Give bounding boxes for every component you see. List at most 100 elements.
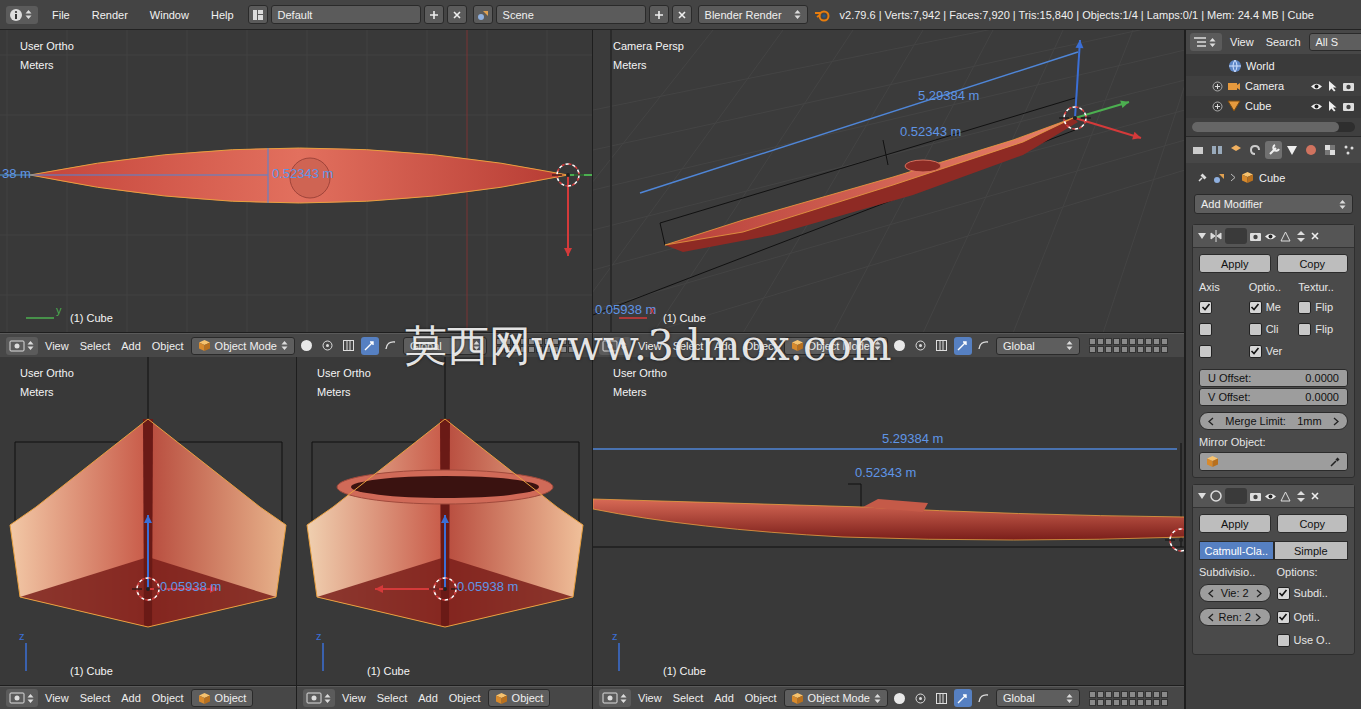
outliner-menu[interactable]: Search (1262, 36, 1305, 48)
layer-button[interactable] (1161, 338, 1168, 345)
expand-icon[interactable] (1212, 81, 1223, 92)
subdivision-level-field[interactable]: Vie: 2 (1199, 584, 1271, 602)
3d-cursor-icon[interactable] (552, 164, 584, 186)
layer-button[interactable] (560, 338, 567, 345)
orientation-dropdown[interactable]: Global (996, 337, 1080, 355)
checkbox-row[interactable]: Me (1249, 299, 1299, 315)
pointer-icon[interactable] (1327, 100, 1338, 112)
header-menu[interactable]: Select (373, 692, 412, 704)
main-menu[interactable]: File (44, 7, 78, 23)
layer-button[interactable] (1137, 699, 1144, 706)
editor-type-button[interactable] (6, 689, 38, 707)
checkbox-row[interactable]: Use O.. (1277, 632, 1349, 648)
layer-button[interactable] (1121, 346, 1128, 353)
subdivision-level-field[interactable]: Ren: 2 (1199, 608, 1271, 626)
outliner-menu[interactable]: View (1226, 36, 1258, 48)
layer-button[interactable] (1089, 338, 1096, 345)
kayak-side-view[interactable] (593, 357, 1184, 686)
render-icon[interactable] (1249, 231, 1262, 242)
header-menu[interactable]: Object (148, 340, 188, 352)
kayak-camera-view[interactable] (593, 30, 1184, 333)
header-menu[interactable]: Select (669, 340, 708, 352)
layer-button[interactable] (1153, 691, 1160, 698)
layer-button[interactable] (1097, 699, 1104, 706)
properties-tab[interactable] (1190, 141, 1207, 159)
close-icon[interactable] (1310, 491, 1320, 501)
eye-icon[interactable] (1310, 101, 1323, 112)
layer-button[interactable] (1153, 699, 1160, 706)
layer-button[interactable] (1105, 338, 1112, 345)
header-menu[interactable]: Select (669, 692, 708, 704)
modifier-button[interactable]: Copy (1277, 254, 1349, 273)
layer-button[interactable] (504, 338, 511, 345)
checkbox-row[interactable] (1199, 343, 1249, 359)
viewport-canvas[interactable]: User OrthoMeters0.05938 mz(1) Cube (297, 357, 592, 686)
header-menu[interactable]: Select (76, 340, 115, 352)
shading-button[interactable] (891, 337, 909, 355)
collapse-triangle-icon[interactable] (1197, 491, 1207, 501)
close-icon[interactable] (677, 10, 687, 20)
outliner-scrollbar[interactable] (1192, 122, 1355, 132)
outliner-item[interactable]: Cube (1186, 96, 1361, 116)
scene-add-button[interactable] (649, 5, 669, 24)
header-menu[interactable]: View (634, 340, 666, 352)
checkbox[interactable] (1298, 301, 1311, 314)
viewport-canvas[interactable]: Camera PerspMeters5.29384 m0.52343 m0.05… (593, 30, 1184, 333)
checkbox[interactable] (1249, 323, 1262, 336)
editor-type-button[interactable] (1190, 33, 1222, 51)
eyedropper-icon[interactable] (1329, 456, 1341, 468)
layer-button[interactable] (528, 338, 535, 345)
layer-button[interactable] (520, 346, 527, 353)
checkbox[interactable] (1249, 301, 1262, 314)
editor-type-button[interactable] (303, 689, 335, 707)
layout-add-button[interactable] (424, 5, 444, 24)
layer-grid[interactable] (496, 338, 575, 353)
kayak-front-view[interactable] (0, 357, 296, 686)
checkbox[interactable] (1199, 301, 1212, 314)
properties-tab[interactable] (1284, 141, 1301, 159)
header-menu[interactable]: Add (117, 340, 145, 352)
viewport-canvas[interactable]: User OrthoMeters5.29384 m0.52343 mz(1) C… (593, 357, 1184, 686)
layer-button[interactable] (1145, 346, 1152, 353)
expand-icon[interactable] (1212, 101, 1223, 112)
checkbox-row[interactable]: Subdi.. (1277, 585, 1349, 601)
outliner-item[interactable]: World (1186, 56, 1361, 76)
editmode-icon[interactable] (1279, 490, 1292, 503)
layer-button[interactable] (552, 346, 559, 353)
layer-button[interactable] (1129, 338, 1136, 345)
outliner-item[interactable]: Camera (1186, 76, 1361, 96)
layer-button[interactable] (1145, 691, 1152, 698)
layout-field[interactable]: Default (271, 5, 421, 24)
editor-type-button[interactable] (599, 689, 631, 707)
properties-tab[interactable] (1209, 141, 1226, 159)
layer-button[interactable] (552, 338, 559, 345)
limit-visible-button[interactable] (933, 337, 951, 355)
properties-tab[interactable] (1321, 141, 1338, 159)
header-menu[interactable]: View (41, 340, 73, 352)
layer-button[interactable] (1121, 338, 1128, 345)
properties-tab[interactable] (1228, 141, 1245, 159)
layer-button[interactable] (568, 346, 575, 353)
limit-visible-button[interactable] (340, 337, 358, 355)
properties-tab[interactable] (1303, 141, 1320, 159)
header-menu[interactable]: Add (710, 340, 738, 352)
checkbox-row[interactable]: Flip (1298, 321, 1348, 337)
manipulator-arrow-icon[interactable] (564, 175, 572, 256)
layer-button[interactable] (1145, 699, 1152, 706)
offset-field[interactable]: V Offset:0.0000 (1199, 388, 1348, 406)
modifier-name-field[interactable] (1225, 228, 1247, 244)
rotate-manipulator-button[interactable] (382, 337, 400, 355)
kayak-back-view[interactable] (297, 357, 592, 686)
checkbox[interactable] (1249, 345, 1262, 358)
shading-button[interactable] (298, 337, 316, 355)
merge-limit-field[interactable]: Merge Limit:1mm (1199, 412, 1348, 430)
layer-button[interactable] (1097, 691, 1104, 698)
layout-remove-button[interactable] (447, 5, 467, 24)
layer-grid[interactable] (1089, 338, 1168, 353)
checkbox-row[interactable] (1199, 321, 1249, 337)
header-menu[interactable]: Select (76, 692, 115, 704)
layer-button[interactable] (1097, 338, 1104, 345)
render-icon[interactable] (1249, 491, 1262, 502)
main-menu[interactable]: Help (203, 7, 242, 23)
layer-button[interactable] (1145, 338, 1152, 345)
